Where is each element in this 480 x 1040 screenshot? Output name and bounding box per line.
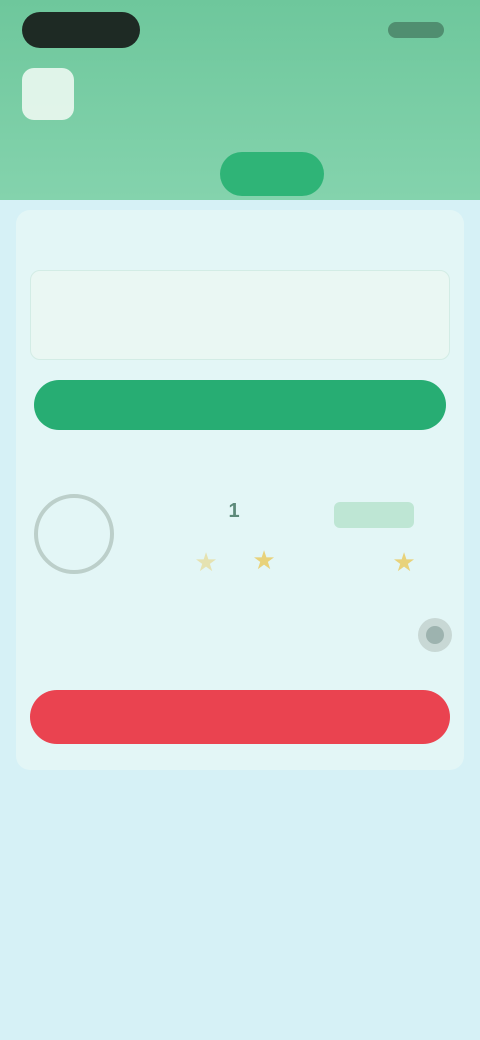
tab-4[interactable] (360, 152, 470, 196)
tab-bar (0, 148, 480, 200)
stat-number: 1 (228, 500, 240, 522)
text-input[interactable] (30, 270, 450, 360)
star-icon: ★ (252, 545, 276, 575)
primary-button[interactable] (34, 380, 446, 430)
toggle-knob (426, 626, 444, 644)
stat-value-badge (334, 502, 414, 528)
app-header (0, 0, 480, 200)
danger-button[interactable] (30, 690, 450, 744)
star-icon: ★ (392, 547, 416, 577)
app-logo-icon[interactable] (22, 68, 74, 120)
star-icon: ★ (194, 547, 218, 577)
status-bar-pill (22, 12, 140, 48)
status-indicators (388, 22, 444, 38)
tab-1[interactable] (10, 152, 100, 196)
progress-dial (34, 494, 114, 574)
toggle-icon[interactable] (418, 618, 452, 652)
page-title (190, 76, 290, 104)
tab-2[interactable] (100, 152, 210, 196)
tab-3-active[interactable] (220, 152, 324, 196)
